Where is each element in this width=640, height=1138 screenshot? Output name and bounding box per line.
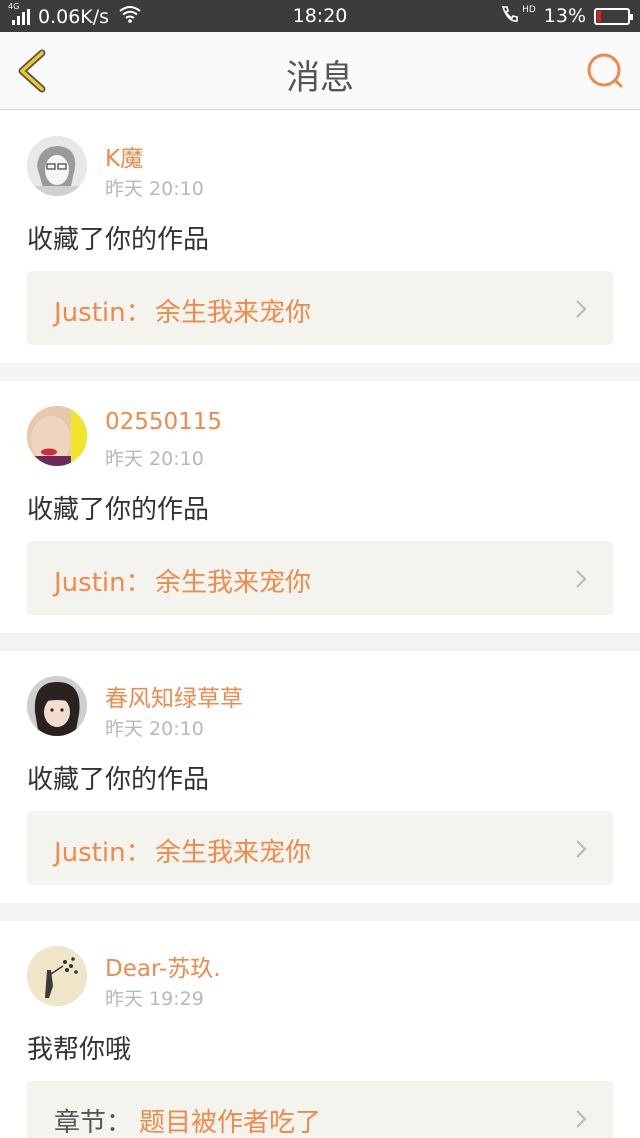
top-navigation-bar: 消息: [0, 32, 640, 110]
avatar[interactable]: [27, 946, 87, 1006]
call-icon: [500, 5, 520, 27]
work-title: 余生我来宠你: [155, 568, 312, 598]
work-link-row[interactable]: 章节： 题目被作者吃了: [27, 1081, 613, 1138]
message-text: 收藏了你的作品: [27, 225, 210, 255]
timestamp: 昨天 19:29: [105, 988, 204, 1010]
message-card[interactable]: K魔 昨天 20:10 收藏了你的作品 Justin： 余生我来宠你: [0, 111, 640, 363]
chevron-right-icon: [576, 570, 587, 588]
avatar[interactable]: [27, 136, 87, 196]
timestamp: 昨天 20:10: [105, 178, 204, 200]
battery-icon: [594, 7, 633, 25]
chevron-right-icon: [576, 840, 587, 858]
username[interactable]: Dear-苏玖.: [105, 949, 221, 983]
page-title: 消息: [286, 58, 354, 98]
work-link-row[interactable]: Justin： 余生我来宠你: [27, 811, 613, 885]
work-title: 余生我来宠你: [155, 838, 312, 868]
message-list: K魔 昨天 20:10 收藏了你的作品 Justin： 余生我来宠你 02550…: [0, 111, 640, 1138]
chevron-right-icon: [576, 1110, 587, 1128]
status-right: HD 13%: [500, 5, 633, 27]
work-link-row[interactable]: Justin： 余生我来宠你: [27, 541, 613, 615]
hd-label: HD: [522, 5, 536, 15]
message-card[interactable]: 春风知绿草草 昨天 20:10 收藏了你的作品 Justin： 余生我来宠你: [0, 651, 640, 903]
message-text: 收藏了你的作品: [27, 495, 210, 525]
work-title: 题目被作者吃了: [139, 1108, 322, 1138]
message-card[interactable]: 02550115 昨天 20:10 收藏了你的作品 Justin： 余生我来宠你: [0, 381, 640, 633]
work-author: Justin：: [54, 568, 152, 598]
message-card[interactable]: Dear-苏玖. 昨天 19:29 我帮你哦 章节： 题目被作者吃了: [0, 921, 640, 1138]
battery-percent: 13%: [543, 5, 586, 27]
timestamp: 昨天 20:10: [105, 448, 204, 470]
username[interactable]: 春风知绿草草: [105, 679, 243, 713]
work-link-row[interactable]: Justin： 余生我来宠你: [27, 271, 613, 345]
username[interactable]: K魔: [105, 139, 143, 173]
timestamp: 昨天 20:10: [105, 718, 204, 740]
message-text: 收藏了你的作品: [27, 765, 210, 795]
avatar[interactable]: [27, 406, 87, 466]
work-author: Justin：: [54, 298, 152, 328]
message-text: 我帮你哦: [27, 1035, 132, 1065]
battery-fill: [597, 10, 601, 22]
chevron-right-icon: [576, 300, 587, 318]
avatar[interactable]: [27, 676, 87, 736]
work-author: Justin：: [54, 838, 152, 868]
chapter-label: 章节：: [54, 1108, 133, 1138]
search-icon[interactable]: [586, 52, 624, 90]
status-bar: 4G 0.06K/s 18:20 HD 13%: [0, 0, 640, 32]
work-title: 余生我来宠你: [155, 298, 312, 328]
username[interactable]: 02550115: [105, 409, 222, 435]
